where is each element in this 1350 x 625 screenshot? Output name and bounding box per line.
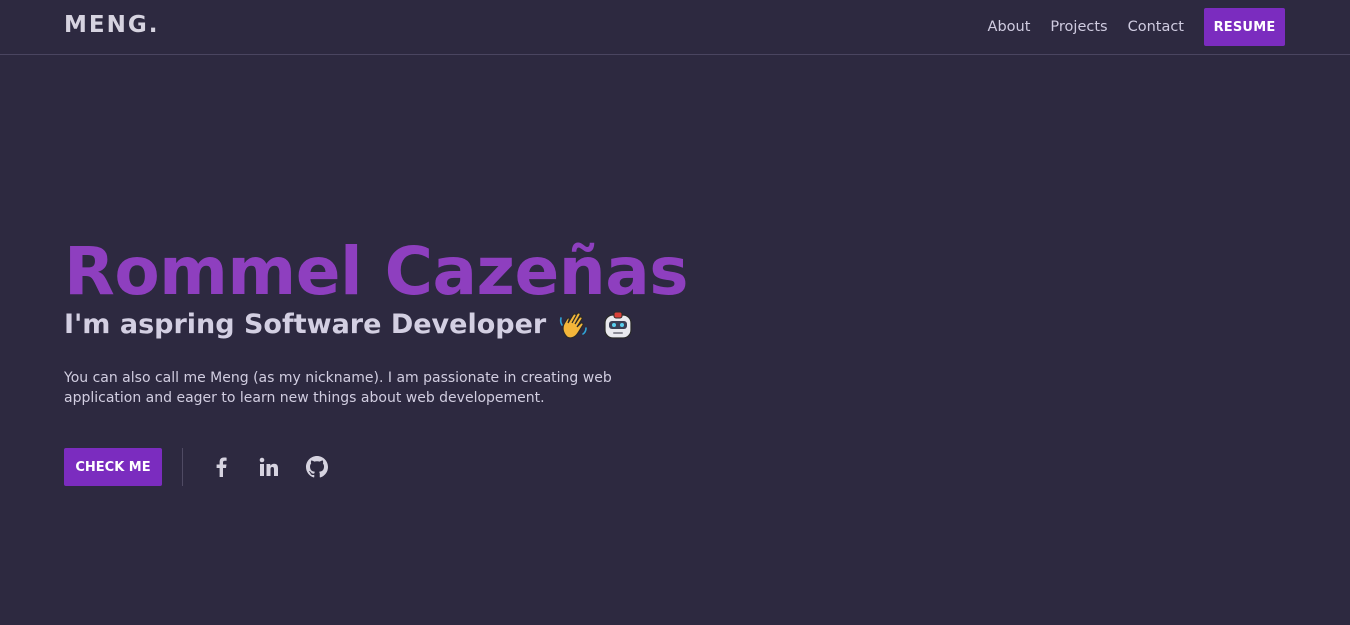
robot-icon (602, 309, 634, 341)
facebook-icon[interactable] (197, 448, 245, 486)
waving-hand-icon (558, 309, 590, 341)
hero-name: Rommel Cazeñas (64, 233, 689, 310)
linkedin-icon[interactable] (245, 448, 293, 486)
hero-section: Rommel Cazeñas I'm aspring Software Deve… (64, 232, 864, 486)
nav-link-contact[interactable]: Contact (1128, 19, 1184, 35)
hero-actions: CHECK ME (64, 448, 864, 486)
hero-description: You can also call me Meng (as my nicknam… (64, 370, 612, 406)
hero-subtitle: I'm aspring Software Developer (64, 308, 864, 342)
hero-subtitle-text: I'm aspring Software Developer (64, 309, 547, 340)
nav-link-projects[interactable]: Projects (1050, 19, 1107, 35)
resume-button[interactable]: RESUME (1204, 8, 1285, 46)
nav-link-about[interactable]: About (988, 19, 1031, 35)
github-icon[interactable] (293, 448, 341, 486)
nav-links: About Projects Contact RESUME (988, 8, 1285, 46)
check-me-button[interactable]: CHECK ME (64, 448, 162, 486)
divider (182, 448, 183, 486)
site-logo[interactable]: MENG. (64, 12, 159, 38)
navbar: MENG. About Projects Contact RESUME (0, 0, 1350, 55)
